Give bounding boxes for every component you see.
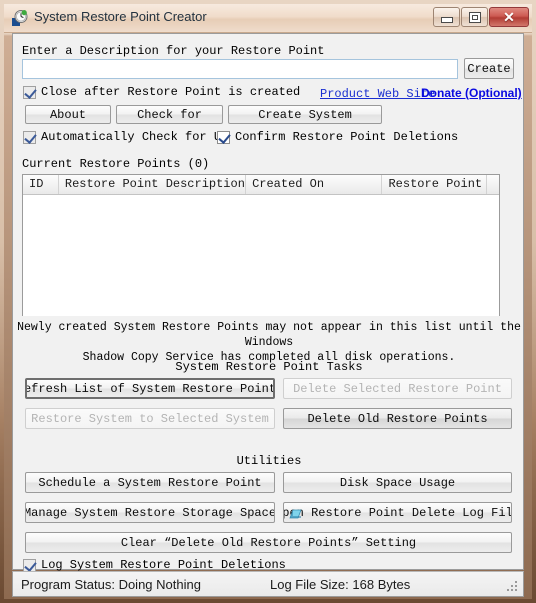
auto-check-updates-checkbox[interactable]: Automatically Check for Updat xyxy=(23,130,250,144)
app-window: System Restore Point Creator ✕ Enter a D… xyxy=(0,0,536,603)
listview-header: ID Restore Point Description Created On … xyxy=(23,175,499,195)
description-input[interactable] xyxy=(22,59,458,79)
column-header-spacer[interactable] xyxy=(487,175,499,194)
manage-storage-space-button[interactable]: Manage System Restore Storage Space xyxy=(25,502,275,523)
column-header-id[interactable]: ID xyxy=(23,175,59,194)
close-icon: ✕ xyxy=(503,9,515,25)
log-file-size-value: 168 Bytes xyxy=(352,577,411,592)
clock-icon xyxy=(12,10,28,26)
restore-points-listview[interactable]: ID Restore Point Description Created On … xyxy=(22,174,500,316)
delete-selected-button: Delete Selected Restore Point xyxy=(283,378,512,399)
column-header-description[interactable]: Restore Point Description xyxy=(59,175,247,194)
minimize-icon xyxy=(440,17,453,23)
checkbox-box xyxy=(23,130,37,144)
restore-system-button: Restore System to Selected System xyxy=(25,408,275,429)
status-bar: Program Status: Doing Nothing Log File S… xyxy=(12,571,524,597)
disk-space-usage-button[interactable]: Disk Space Usage xyxy=(283,472,512,493)
log-file-icon xyxy=(289,507,302,519)
checkbox-label: Confirm Restore Point Deletions xyxy=(235,130,459,144)
window-controls: ✕ xyxy=(433,7,529,27)
clear-delete-old-setting-button[interactable]: Clear “Delete Old Restore Points” Settin… xyxy=(25,532,512,553)
product-web-site-link[interactable]: Product Web Site xyxy=(320,87,435,101)
program-status-value: Doing Nothing xyxy=(118,577,201,592)
confirm-deletions-checkbox[interactable]: Confirm Restore Point Deletions xyxy=(217,130,459,144)
close-button[interactable]: ✕ xyxy=(489,7,529,27)
note-line-1: Newly created System Restore Points may … xyxy=(17,321,521,349)
refresh-list-button[interactable]: Refresh List of System Restore Points xyxy=(25,378,275,399)
title-bar[interactable]: System Restore Point Creator ✕ xyxy=(4,4,532,33)
checkbox-box xyxy=(23,85,37,99)
listview-body[interactable] xyxy=(23,195,499,316)
column-header-type[interactable]: Restore Point Type xyxy=(382,175,488,194)
utilities-heading: Utilities xyxy=(236,454,302,468)
maximize-icon xyxy=(468,11,481,23)
minimize-button[interactable] xyxy=(433,7,460,27)
about-button[interactable]: About xyxy=(25,105,111,124)
window-title: System Restore Point Creator xyxy=(34,9,207,24)
checkbox-label: Close after Restore Point is created xyxy=(41,85,301,99)
tasks-heading: System Restore Point Tasks xyxy=(175,360,363,374)
maximize-button[interactable] xyxy=(461,7,488,27)
check-for-updates-button[interactable]: Check for xyxy=(116,105,223,124)
column-header-created-on[interactable]: Created On xyxy=(246,175,383,194)
program-status: Program Status: Doing Nothing xyxy=(21,577,201,592)
checkbox-box xyxy=(217,130,231,144)
open-delete-log-button[interactable]: Open Restore Point Delete Log File xyxy=(283,502,512,523)
log-deletions-checkbox[interactable]: Log System Restore Point Deletions xyxy=(23,558,286,572)
log-file-size: Log File Size: 168 Bytes xyxy=(270,577,410,592)
schedule-restore-point-button[interactable]: Schedule a System Restore Point xyxy=(25,472,275,493)
resize-grip[interactable] xyxy=(507,581,519,593)
client-area: Enter a Description for your Restore Poi… xyxy=(12,33,524,572)
listview-note: Newly created System Restore Points may … xyxy=(15,320,523,365)
create-button[interactable]: Create xyxy=(464,58,514,79)
program-status-label: Program Status: xyxy=(21,577,115,592)
restore-points-group-label: Current Restore Points (0) xyxy=(22,157,210,171)
create-system-button[interactable]: Create System xyxy=(228,105,382,124)
close-after-checkbox[interactable]: Close after Restore Point is created xyxy=(23,85,300,99)
donate-link[interactable]: Donate (Optional) xyxy=(421,86,522,100)
log-file-size-label: Log File Size: xyxy=(270,577,349,592)
checkbox-box xyxy=(23,558,37,572)
checkbox-label: Log System Restore Point Deletions xyxy=(41,558,286,572)
description-label: Enter a Description for your Restore Poi… xyxy=(22,44,325,58)
delete-old-restore-points-button[interactable]: Delete Old Restore Points xyxy=(283,408,512,429)
